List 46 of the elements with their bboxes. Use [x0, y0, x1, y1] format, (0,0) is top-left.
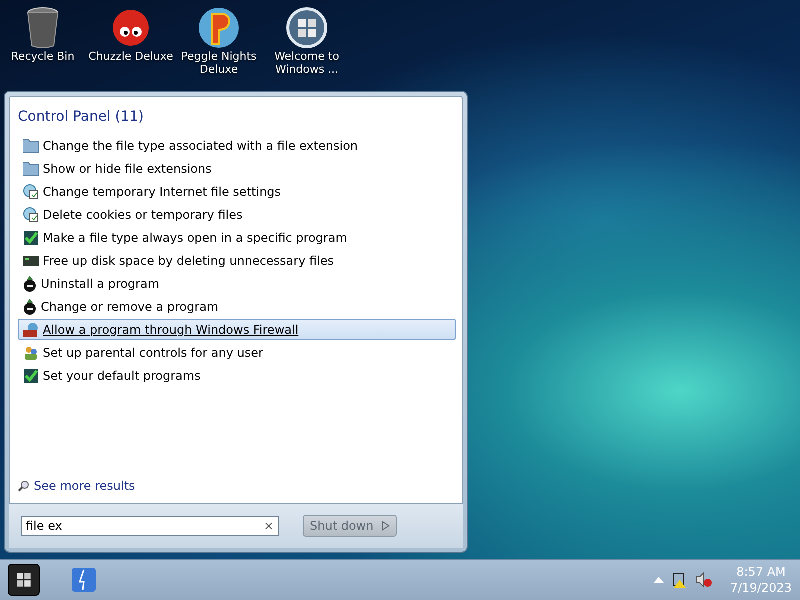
- network-warning-icon[interactable]: [672, 572, 688, 588]
- desktop-icon-label[interactable]: Peggle Nights Deluxe: [176, 50, 262, 76]
- result-item[interactable]: Change temporary Internet file settings: [18, 181, 456, 202]
- result-label: Change the file type associated with a file extension: [43, 138, 358, 152]
- desktop-icon-label[interactable]: Welcome to Windows ...: [264, 50, 350, 76]
- checkmark-icon: [23, 368, 39, 384]
- speaker-muted-icon[interactable]: [696, 572, 712, 588]
- desktop-icon-label[interactable]: Recycle Bin: [0, 50, 86, 63]
- result-label: Uninstall a program: [41, 276, 160, 290]
- desktop-icon-label[interactable]: Chuzzle Deluxe: [88, 50, 174, 63]
- result-item[interactable]: Allow a program through Windows Firewall: [18, 319, 456, 340]
- windows-logo-icon: [16, 572, 32, 588]
- result-item[interactable]: Uninstall a program: [18, 273, 456, 294]
- result-label: Free up disk space by deleting unnecessary files: [43, 254, 334, 268]
- search-field[interactable]: file ex ×: [21, 516, 279, 536]
- windows-orb-icon: [285, 6, 329, 50]
- search-icon: [18, 480, 30, 492]
- result-label: Allow a program through Windows Firewall: [43, 322, 299, 336]
- result-label: Delete cookies or temporary files: [43, 208, 243, 222]
- result-item[interactable]: Make a file type always open in a specific program: [18, 227, 456, 248]
- globe-checklist-icon: [23, 184, 39, 200]
- result-item[interactable]: Set your default programs: [18, 365, 456, 386]
- people-icon: [23, 344, 39, 360]
- see-more-link[interactable]: See more results: [34, 479, 136, 493]
- clear-button[interactable]: ×: [264, 519, 274, 533]
- result-item[interactable]: Set up parental controls for any user: [18, 342, 456, 363]
- result-item[interactable]: Change or remove a program: [18, 296, 456, 317]
- group-title: Control Panel (11): [18, 109, 146, 125]
- result-label: Make a file type always open in a specific program: [43, 230, 348, 244]
- result-label: Set up parental controls for any user: [43, 346, 264, 360]
- result-label: Show or hide file extensions: [43, 162, 212, 176]
- disk-drive-icon: [23, 254, 39, 266]
- start-button[interactable]: [8, 564, 40, 596]
- checkmark-icon: [23, 230, 39, 246]
- folder-icon: [23, 138, 39, 152]
- result-label: Change or remove a program: [41, 300, 219, 314]
- result-label: Change temporary Internet file settings: [43, 184, 282, 198]
- result-item[interactable]: Delete cookies or temporary files: [18, 204, 456, 225]
- result-item[interactable]: Free up disk space by deleting unnecessary files: [18, 250, 456, 271]
- result-item[interactable]: Show or hide file extensions: [18, 158, 456, 179]
- result-label: Set your default programs: [43, 368, 201, 382]
- result-item[interactable]: Change the file type associated with a file extension: [18, 135, 456, 156]
- letter-p-icon: [197, 6, 241, 50]
- folder-icon: [23, 162, 39, 176]
- globe-checklist-icon: [23, 206, 39, 222]
- arrow-icon: [382, 521, 390, 531]
